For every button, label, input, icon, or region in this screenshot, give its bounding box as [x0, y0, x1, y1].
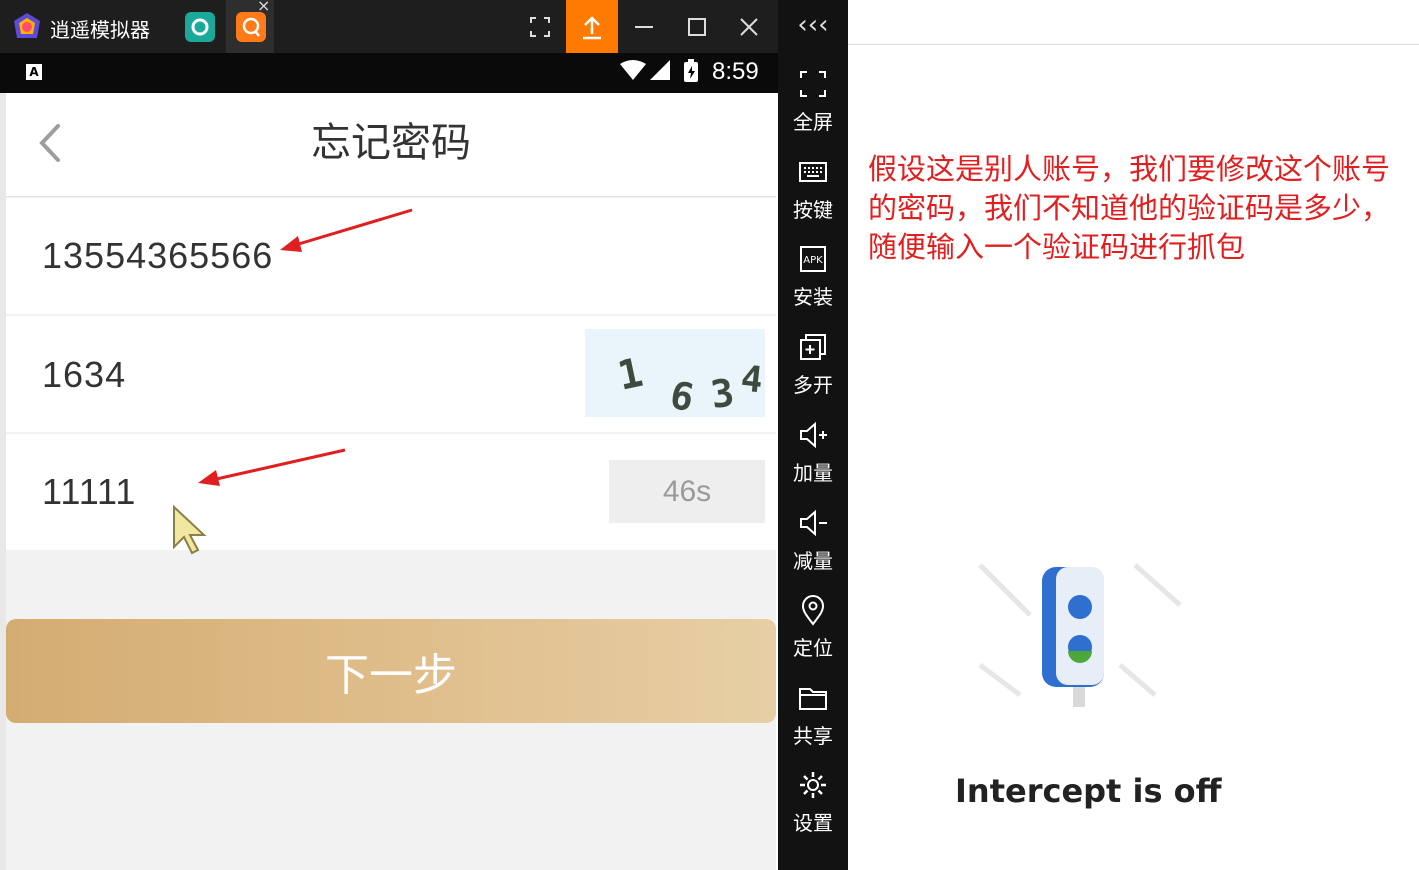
close-button[interactable]	[723, 0, 775, 53]
minimize-icon	[635, 25, 653, 28]
annotation-note: 假设这是别人账号，我们要修改这个账号的密码，我们不知道他的验证码是多少，随便输入…	[868, 152, 1391, 264]
sidebar-item-settings[interactable]: 设置	[778, 769, 848, 857]
sidebar-item-share[interactable]: 共享	[778, 682, 848, 770]
burp-proxy-panel	[848, 0, 1419, 870]
settings-icon	[800, 772, 826, 798]
next-step-button[interactable]: 下一步	[6, 619, 776, 723]
volume-up-icon	[800, 421, 827, 449]
location-icon	[801, 595, 825, 626]
volume-down-icon	[800, 509, 827, 537]
sidebar-item-label: 多开	[793, 373, 833, 397]
emulator-title: 逍遥模拟器	[50, 18, 150, 42]
mouse-cursor-icon	[173, 505, 207, 555]
sidebar-item-label: 加量	[793, 461, 833, 485]
emulator-logo-icon	[14, 13, 40, 38]
sidebar-item-fullscreen[interactable]: 全屏	[778, 68, 848, 156]
sidebar-item-location[interactable]: 定位	[778, 594, 848, 682]
resend-countdown-button: 46s	[609, 460, 765, 523]
minimize-button[interactable]	[618, 0, 670, 53]
wifi-icon	[620, 60, 646, 80]
maximize-button[interactable]	[671, 0, 723, 53]
status-indicator: A	[26, 64, 42, 80]
battery-icon	[684, 59, 698, 82]
phone-input[interactable]: 13554365566	[42, 235, 273, 277]
folder-icon	[799, 688, 827, 710]
signal-icon	[650, 60, 670, 80]
traffic-light-icon	[978, 563, 1182, 707]
sidebar-item-volume-up[interactable]: 加量	[778, 419, 848, 507]
sidebar-item-label: 定位	[793, 636, 833, 660]
multi-instance-icon	[800, 334, 826, 360]
fullscreen-icon	[800, 71, 826, 97]
tab-app-icon[interactable]	[236, 12, 266, 42]
sidebar-collapse-icon[interactable]: ‹‹‹	[778, 10, 848, 40]
upload-icon	[583, 15, 601, 39]
sidebar-item-label: 设置	[793, 811, 833, 835]
sidebar-item-label: 按键	[793, 198, 833, 222]
svg-text:APK: APK	[803, 255, 823, 266]
captcha-input[interactable]: 1634	[42, 354, 126, 396]
annotation-arrow-phone-icon	[280, 208, 413, 252]
keyboard-icon	[799, 162, 827, 182]
intercept-status: Intercept is off	[955, 772, 1222, 810]
sidebar-item-label: 安装	[793, 285, 833, 309]
sidebar-item-label: 共享	[793, 724, 833, 748]
status-time: 8:59	[712, 58, 759, 85]
tab-close-icon[interactable]: ×	[257, 0, 270, 15]
sidebar-item-multi[interactable]: 多开	[778, 331, 848, 419]
panel-divider	[848, 44, 1419, 45]
sidebar-item-volume-down[interactable]: 减量	[778, 507, 848, 595]
screenshot-icon	[530, 16, 550, 37]
sidebar-item-label: 减量	[793, 549, 833, 573]
screenshot-button[interactable]	[514, 0, 566, 53]
tab-home-icon[interactable]	[185, 12, 215, 42]
annotation-arrow-sms-icon	[198, 448, 346, 486]
captcha-char-4: 4	[739, 358, 765, 401]
captcha-image[interactable]: 1 6 3 4	[585, 329, 765, 417]
sms-code-input[interactable]: 11111	[42, 471, 136, 513]
close-icon	[740, 17, 758, 36]
status-icons	[620, 59, 698, 82]
sidebar-item-install[interactable]: APK 安装	[778, 243, 848, 331]
maximize-icon	[688, 17, 706, 36]
page-title: 忘记密码	[311, 120, 471, 166]
sidebar-item-label: 全屏	[793, 110, 833, 134]
upload-button[interactable]	[566, 0, 618, 53]
apk-icon: APK	[800, 246, 826, 272]
sidebar-item-keyboard[interactable]: 按键	[778, 156, 848, 244]
